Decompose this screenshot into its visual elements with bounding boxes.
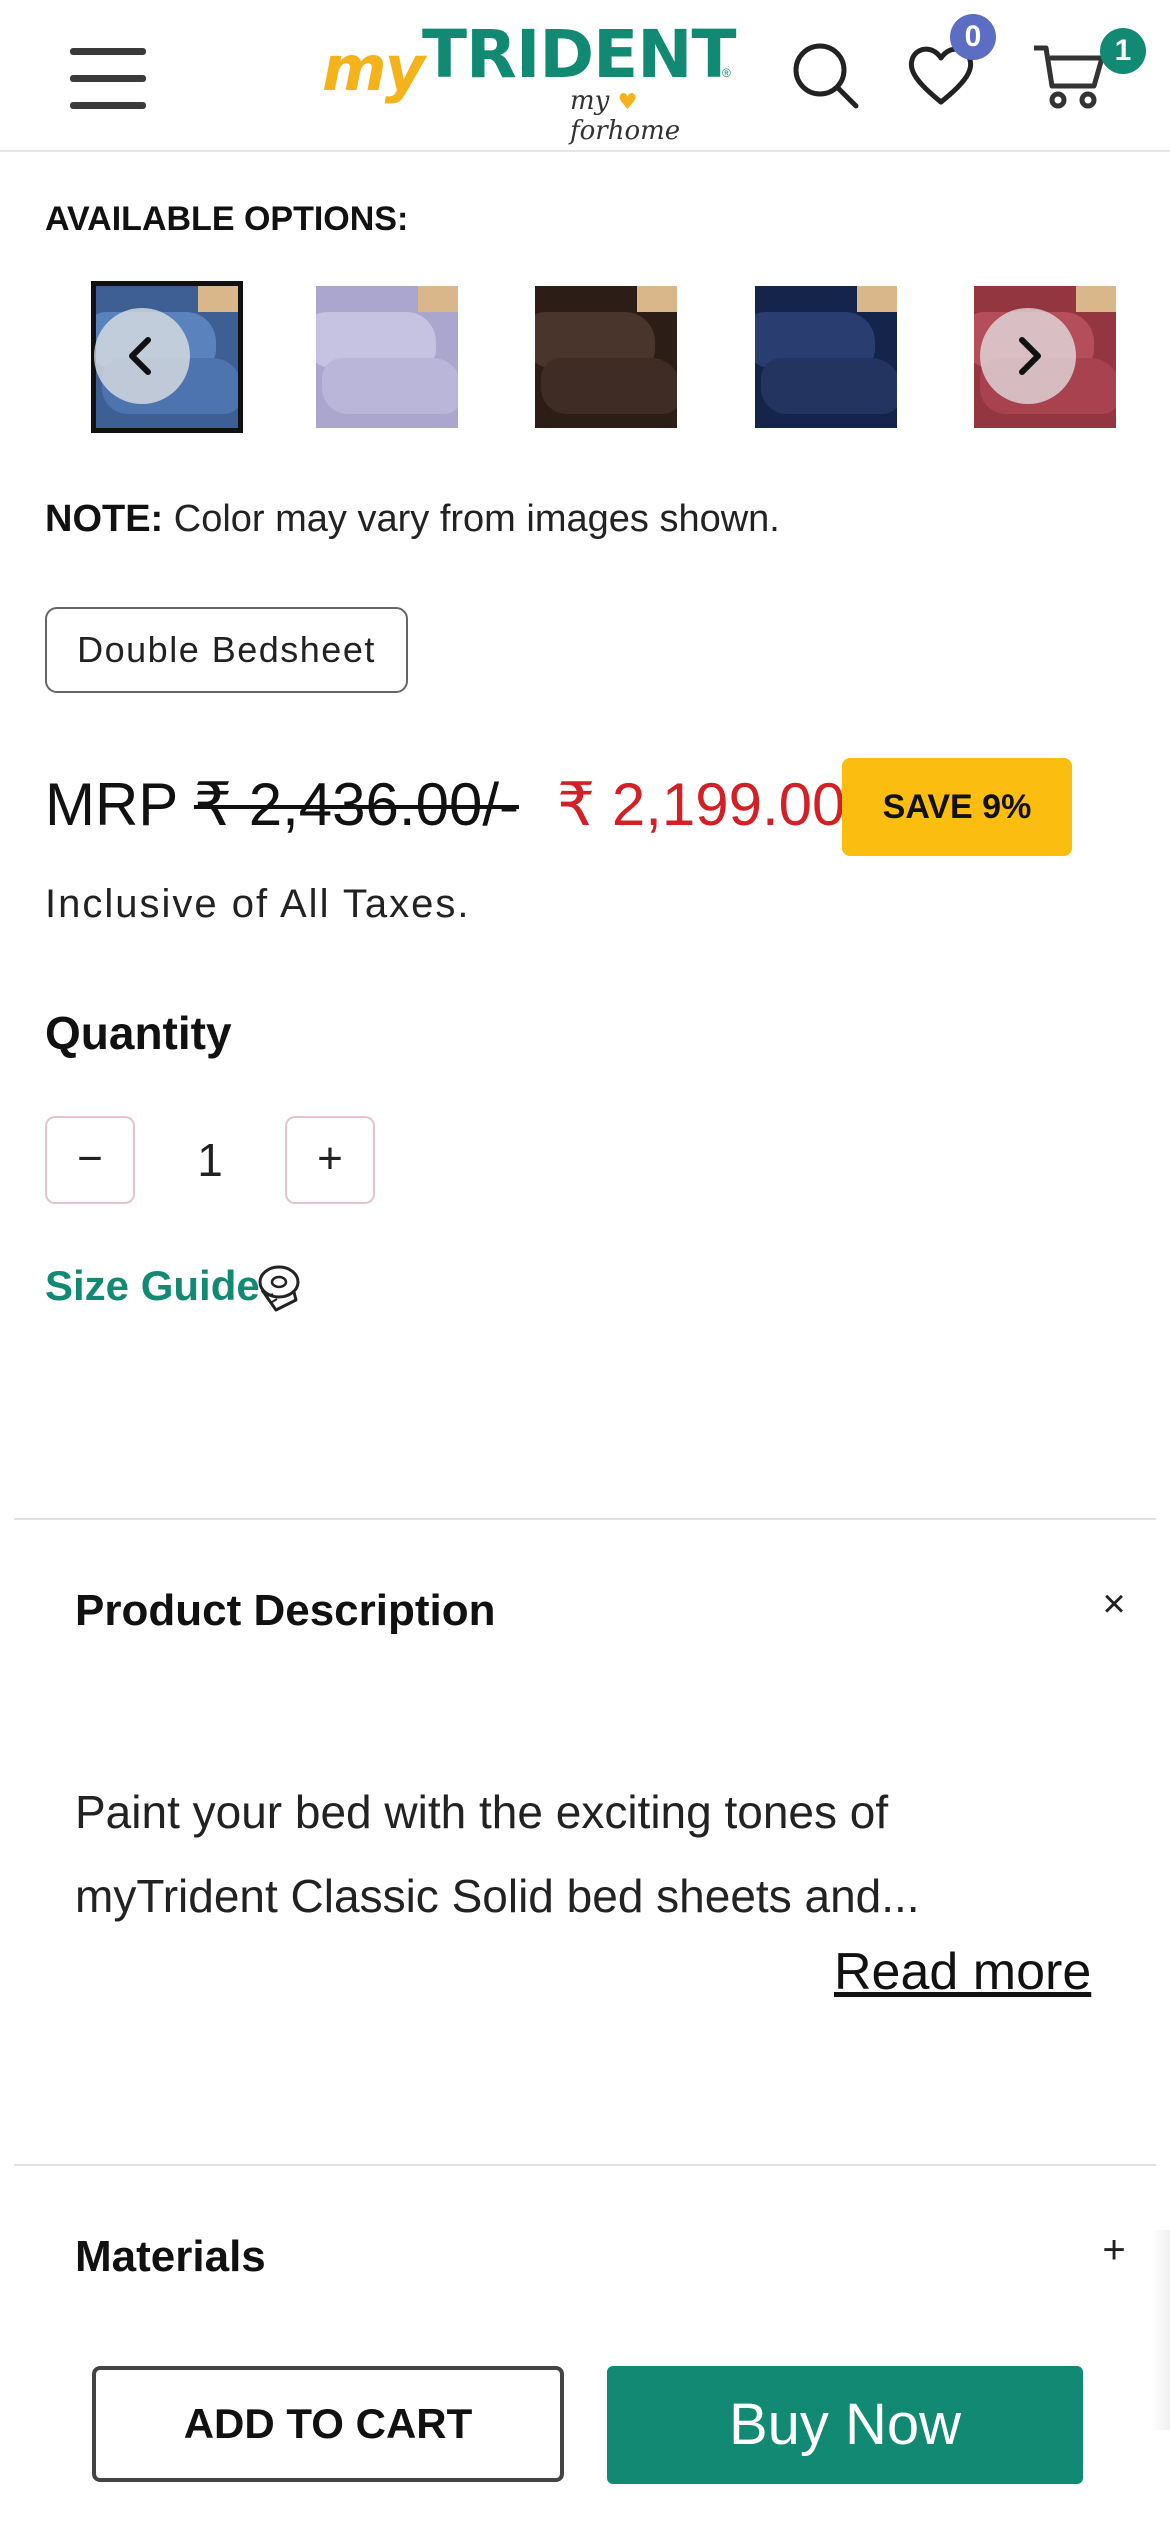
cart-count-badge: 1 <box>1100 28 1146 74</box>
sale-price: ₹ 2,199.00 <box>557 771 846 838</box>
logo-my-text: my <box>322 32 425 105</box>
quantity-value[interactable]: 1 <box>135 1116 285 1204</box>
cart-icon[interactable] <box>1032 40 1108 110</box>
save-badge: SAVE 9% <box>842 758 1072 856</box>
options-label: AVAILABLE OPTIONS: <box>45 200 409 238</box>
mrp-price: MRP ₹ 2,436.00/- <box>45 771 519 838</box>
swatch-navy[interactable] <box>755 286 897 428</box>
edge-shadow <box>1150 2230 1170 2430</box>
logo-tagline: my ♥ forhome <box>570 86 681 146</box>
measuring-tape-icon[interactable] <box>256 1264 302 1316</box>
logo-brand-text: TRIDENT <box>422 16 737 93</box>
color-note: NOTE: Color may vary from images shown. <box>45 498 780 540</box>
expand-materials-button[interactable]: + <box>1094 2230 1134 2270</box>
buy-now-button[interactable]: Buy Now <box>607 2366 1083 2484</box>
collapse-description-button[interactable]: × <box>1094 1584 1134 1624</box>
carousel-next-button[interactable] <box>980 308 1076 404</box>
hamburger-menu-icon[interactable] <box>70 48 146 110</box>
registered-mark: ® <box>722 66 731 80</box>
heart-logo-icon: ♥ <box>617 90 638 115</box>
chevron-right-icon <box>1019 337 1041 375</box>
taxes-note: Inclusive of All Taxes. <box>45 882 471 926</box>
swatch-brown[interactable] <box>535 286 677 428</box>
chevron-left-icon <box>129 337 151 375</box>
product-description-heading[interactable]: Product Description <box>75 1586 496 1636</box>
carousel-prev-button[interactable] <box>94 308 190 404</box>
read-more-link[interactable]: Read more <box>834 1942 1091 2002</box>
add-to-cart-button[interactable]: ADD TO CART <box>92 2366 564 2482</box>
materials-heading[interactable]: Materials <box>75 2232 266 2282</box>
product-description-text: Paint your bed with the exciting tones o… <box>75 1786 920 1922</box>
variant-double-bedsheet-button[interactable]: Double Bedsheet <box>45 607 408 693</box>
header: my TRIDENT ® my ♥ forhome 0 1 <box>0 0 1170 152</box>
size-guide-link[interactable]: Size Guide <box>45 1262 260 1310</box>
search-icon[interactable] <box>790 40 860 110</box>
quantity-increase-button[interactable]: + <box>285 1116 375 1204</box>
swatch-lavender[interactable] <box>316 286 458 428</box>
divider <box>14 2164 1156 2166</box>
brand-logo[interactable]: my TRIDENT ® my ♥ forhome <box>322 14 737 146</box>
wishlist-count-badge: 0 <box>950 14 996 60</box>
quantity-decrease-button[interactable]: − <box>45 1116 135 1204</box>
divider <box>14 1518 1156 1520</box>
quantity-label: Quantity <box>45 1007 232 1059</box>
